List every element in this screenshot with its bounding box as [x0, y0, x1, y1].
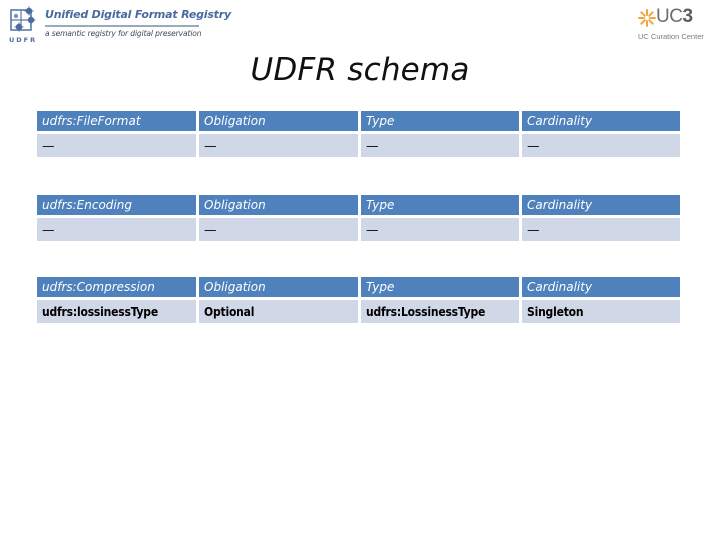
uc3-logo: UC3 UC Curation Center	[636, 6, 716, 44]
uc3-prefix: UC	[656, 6, 683, 27]
network-nodes-icon	[10, 6, 36, 32]
slide-title: UDFR schema	[250, 52, 470, 88]
header-cell-type: Type	[358, 111, 519, 134]
header-cell-obligation: Obligation	[196, 195, 358, 218]
uc3-suffix: 3	[682, 6, 693, 27]
cell-property: udfrs:lossinessType	[37, 300, 196, 323]
cell-type: —	[358, 218, 519, 241]
table-row: udfrs:lossinessType Optional udfrs:Lossi…	[37, 300, 680, 323]
cell-type: udfrs:LossinessType	[358, 300, 519, 323]
header-cell-class: udfrs:Compression	[37, 277, 196, 300]
cell-obligation: —	[196, 218, 358, 241]
table-header-row: udfrs:FileFormat Obligation Type Cardina…	[37, 111, 680, 134]
uc3-wordmark: UC3	[656, 6, 693, 28]
site-tagline: a semantic registry for digital preserva…	[45, 29, 202, 38]
cell-obligation: Optional	[196, 300, 358, 323]
header-cell-type: Type	[358, 277, 519, 300]
title-divider	[45, 25, 199, 27]
table-row: — — — —	[37, 134, 680, 157]
header-cell-obligation: Obligation	[196, 277, 358, 300]
cell-property: —	[37, 134, 196, 157]
uc3-subtitle: UC Curation Center	[638, 32, 704, 41]
header-cell-cardinality: Cardinality	[519, 195, 680, 218]
udfr-logo: UDFR	[9, 6, 39, 44]
cell-property: —	[37, 218, 196, 241]
compression-table: udfrs:Compression Obligation Type Cardin…	[37, 277, 680, 323]
header-cell-cardinality: Cardinality	[519, 277, 680, 300]
cell-cardinality: Singleton	[519, 300, 680, 323]
cell-type: —	[358, 134, 519, 157]
header-cell-class: udfrs:FileFormat	[37, 111, 196, 134]
cell-obligation: —	[196, 134, 358, 157]
table-header-row: udfrs:Compression Obligation Type Cardin…	[37, 277, 680, 300]
header-cell-cardinality: Cardinality	[519, 111, 680, 134]
udfr-logo-letters: UDFR	[9, 36, 38, 44]
sunburst-star-icon	[638, 9, 656, 27]
header-cell-class: udfrs:Encoding	[37, 195, 196, 218]
header-cell-obligation: Obligation	[196, 111, 358, 134]
header-cell-type: Type	[358, 195, 519, 218]
table-header-row: udfrs:Encoding Obligation Type Cardinali…	[37, 195, 680, 218]
encoding-table: udfrs:Encoding Obligation Type Cardinali…	[37, 195, 680, 241]
table-row: — — — —	[37, 218, 680, 241]
site-title: Unified Digital Format Registry	[45, 8, 231, 21]
cell-cardinality: —	[519, 218, 680, 241]
fileformat-table: udfrs:FileFormat Obligation Type Cardina…	[37, 111, 680, 157]
cell-cardinality: —	[519, 134, 680, 157]
